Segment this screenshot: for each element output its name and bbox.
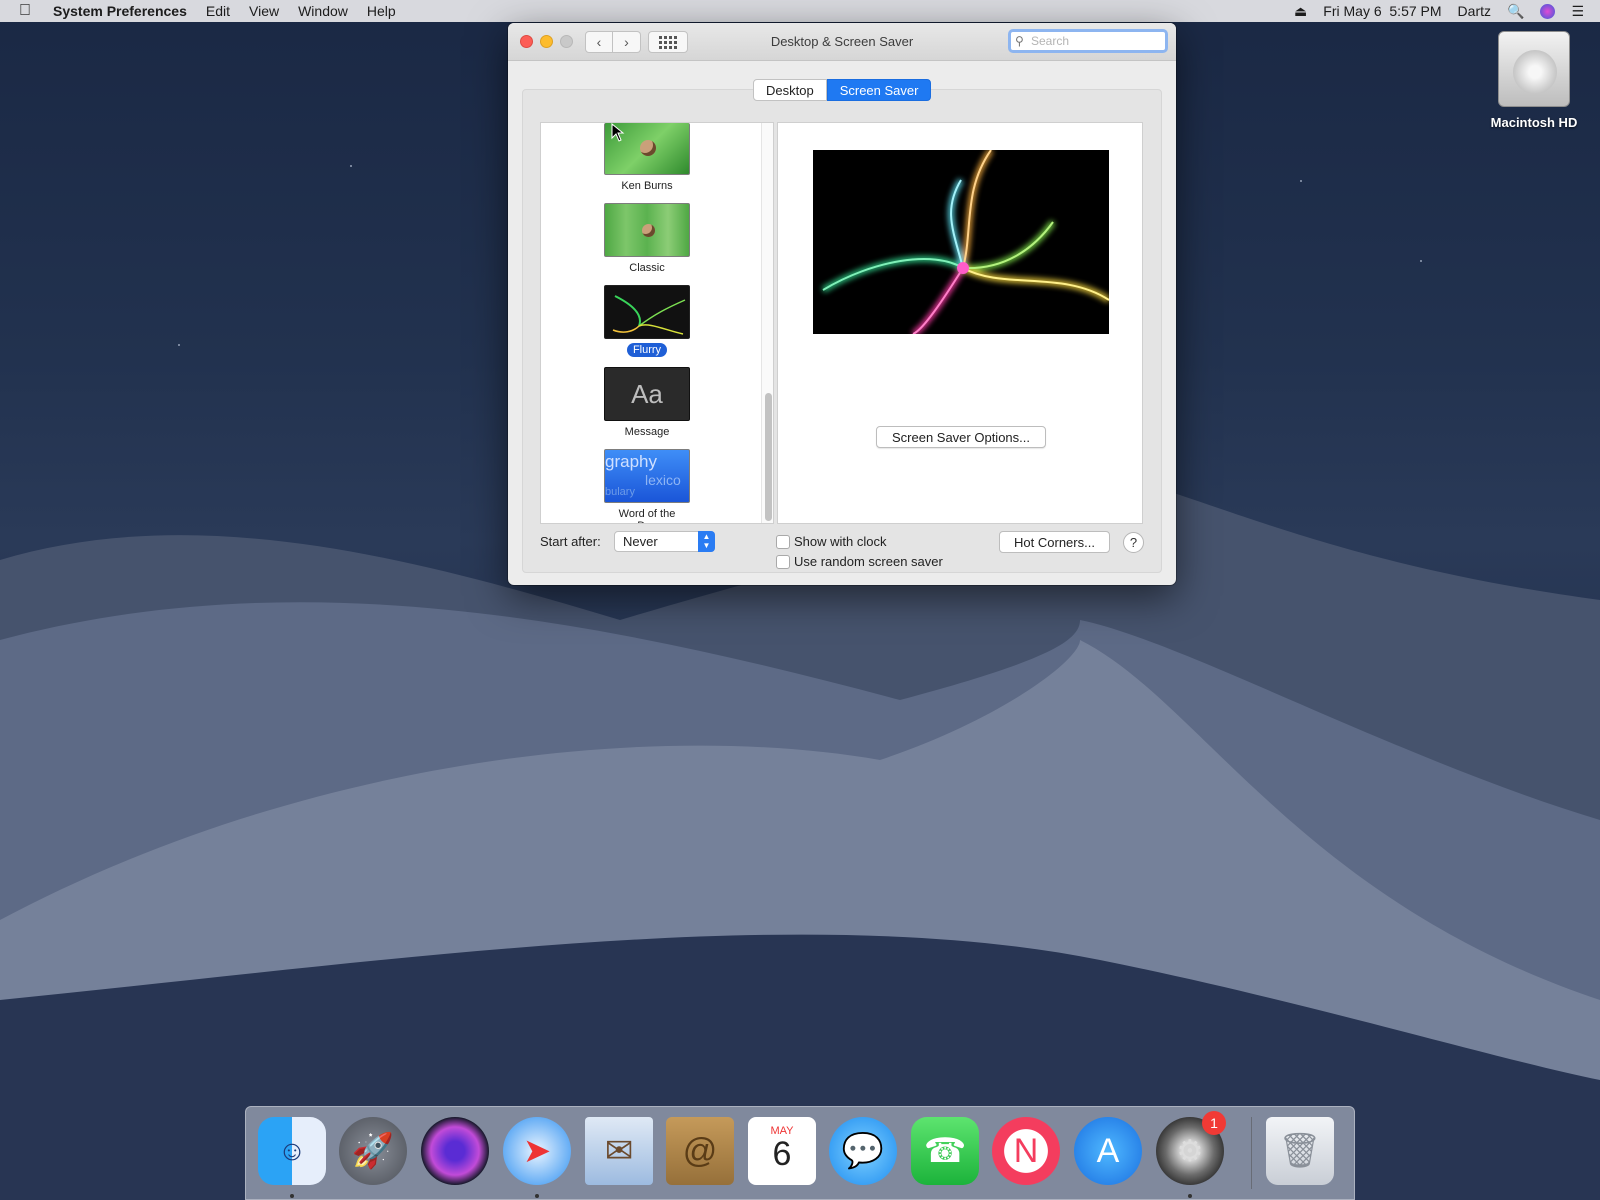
dock: ☺ 🚀 ➤ ✉ @ MAY 6 💬 ☎ N A ⚙ 1 🗑 (245, 1106, 1355, 1200)
dock-separator (1251, 1117, 1252, 1189)
star (178, 344, 180, 346)
star (1420, 260, 1422, 262)
launchpad-icon[interactable]: 🚀 (339, 1117, 407, 1185)
system-preferences-icon[interactable]: ⚙ 1 (1156, 1111, 1226, 1185)
update-badge: 1 (1202, 1111, 1226, 1135)
menu-edit[interactable]: Edit (206, 3, 230, 19)
list-item-flurry[interactable]: Flurry (603, 285, 691, 357)
flurry-thumb-graphic (612, 295, 686, 335)
list-item-label: Classic (629, 262, 665, 274)
hard-drive-icon (1498, 31, 1570, 107)
mail-icon[interactable]: ✉ (585, 1117, 653, 1185)
thumb-text: lexico (645, 472, 681, 488)
menu-window[interactable]: Window (298, 3, 348, 19)
siri-icon[interactable] (1540, 3, 1556, 19)
screen-saver-preview (813, 150, 1109, 334)
search-input[interactable] (1031, 34, 1151, 48)
list-item-word-of-the-day[interactable]: graphy lexico bulary Word of the Day (603, 449, 691, 523)
calendar-icon[interactable]: MAY 6 (748, 1117, 816, 1185)
gear-icon: ⚙ (1176, 1134, 1204, 1168)
eject-icon[interactable]: ⏏ (1294, 3, 1307, 20)
list-item-classic[interactable]: Classic (603, 203, 691, 275)
flurry-thumbnail (604, 285, 690, 339)
thumb-text: bulary (605, 486, 635, 498)
notification-center-icon[interactable]: ☰ (1571, 3, 1584, 20)
star (1300, 180, 1302, 182)
select-stepper-icon: ▲ ▼ (698, 531, 715, 552)
menu-help[interactable]: Help (367, 3, 396, 19)
use-random-checkbox[interactable]: Use random screen saver (776, 554, 943, 569)
list-item-label: Flurry (626, 343, 668, 357)
finder-icon[interactable]: ☺ (258, 1117, 326, 1185)
message-thumbnail: Aa (604, 367, 690, 421)
help-button[interactable]: ? (1123, 532, 1144, 553)
messages-icon[interactable]: 💬 (829, 1117, 897, 1185)
list-item-message[interactable]: Aa Message (603, 367, 691, 439)
contacts-icon[interactable]: @ (666, 1117, 734, 1185)
checkbox-label: Use random screen saver (794, 554, 943, 569)
menu-app-name[interactable]: System Preferences (53, 3, 187, 19)
menu-datetime[interactable]: Fri May 6 5:57 PM (1323, 3, 1441, 19)
menu-bar:  System Preferences Edit View Window He… (0, 0, 1600, 22)
tab-screen-saver[interactable]: Screen Saver (826, 79, 932, 101)
drive-label: Macintosh HD (1490, 115, 1578, 130)
list-item-label: Ken Burns (621, 180, 673, 192)
macintosh-hd[interactable]: Macintosh HD (1478, 31, 1590, 130)
classic-thumbnail (604, 203, 690, 257)
checkbox-label: Show with clock (794, 534, 887, 549)
scrollbar-thumb[interactable] (765, 393, 772, 521)
running-indicator (290, 1194, 294, 1198)
app-store-icon[interactable]: A (1074, 1117, 1142, 1185)
list-item-label: Word of the Day (618, 508, 676, 523)
facetime-icon[interactable]: ☎ (911, 1117, 979, 1185)
start-after-select[interactable]: Never ▲ ▼ (614, 531, 715, 552)
list-scrollbar[interactable] (761, 123, 773, 523)
running-indicator (535, 1194, 539, 1198)
star (350, 165, 352, 167)
flurry-preview-graphic (821, 150, 1109, 334)
tab-bar: Desktop Screen Saver (753, 79, 932, 101)
calendar-day: 6 (772, 1135, 792, 1173)
search-icon: ⚲ (1015, 34, 1024, 48)
preview-area: Screen Saver Options... (777, 122, 1143, 524)
safari-icon[interactable]: ➤ (503, 1117, 571, 1185)
spotlight-icon[interactable]: 🔍 (1507, 3, 1524, 20)
menu-view[interactable]: View (249, 3, 279, 19)
word-of-the-day-thumbnail: graphy lexico bulary (604, 449, 690, 503)
start-after-value: Never (623, 534, 658, 549)
mouse-pointer-icon (611, 123, 625, 142)
thumb-text: Aa (631, 378, 663, 409)
preferences-window: ‹ › Desktop & Screen Saver ⚲ Desktop Scr… (508, 23, 1176, 585)
menu-user[interactable]: Dartz (1458, 3, 1491, 19)
title-bar: ‹ › Desktop & Screen Saver ⚲ (508, 23, 1176, 61)
running-indicator (1188, 1194, 1192, 1198)
tab-desktop[interactable]: Desktop (753, 79, 827, 101)
hot-corners-button[interactable]: Hot Corners... (999, 531, 1110, 553)
thumb-text: graphy (605, 452, 657, 471)
checkbox-box[interactable] (776, 554, 790, 569)
screen-saver-options-button[interactable]: Screen Saver Options... (876, 426, 1046, 448)
start-after-label: Start after: (540, 534, 601, 549)
news-icon[interactable]: N (992, 1117, 1060, 1185)
siri-icon[interactable] (421, 1117, 489, 1185)
screen-saver-list[interactable]: Ken Burns Classic Flurry Aa Message grap… (540, 122, 774, 524)
search-field[interactable]: ⚲ (1008, 29, 1168, 53)
checkbox-box[interactable] (776, 534, 790, 549)
show-with-clock-checkbox[interactable]: Show with clock (776, 534, 886, 549)
list-item-label: Message (624, 426, 670, 438)
trash-icon[interactable]: 🗑 (1266, 1117, 1334, 1185)
apple-icon[interactable]:  (19, 2, 37, 20)
